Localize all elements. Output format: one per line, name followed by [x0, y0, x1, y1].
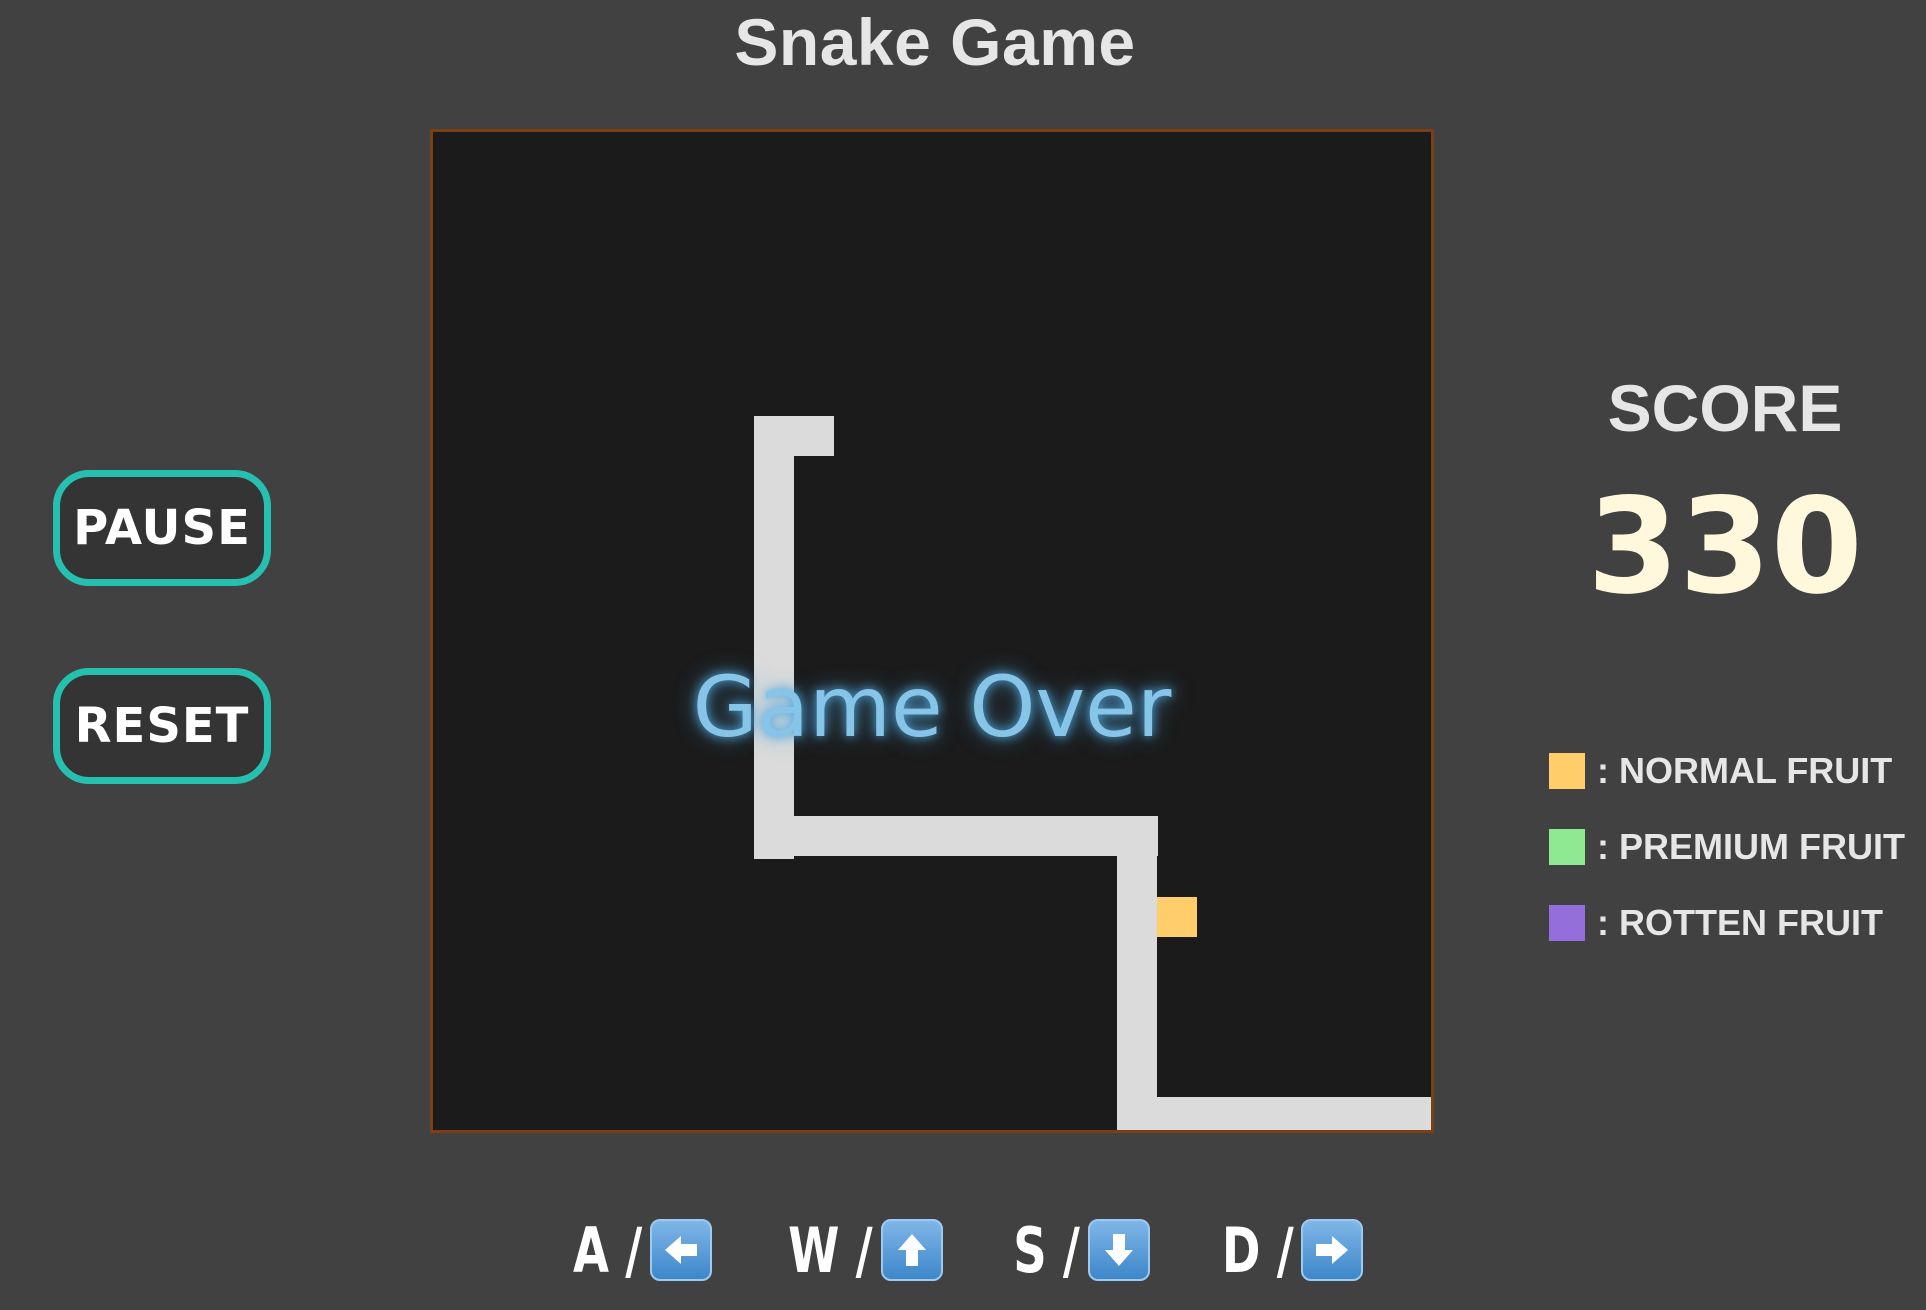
rotten-fruit-swatch — [1549, 905, 1585, 941]
key-hints: A / W / S / D / — [550, 1210, 1411, 1290]
game-board: Game Over — [430, 129, 1434, 1133]
legend-item-rotten: : ROTTEN FRUIT — [1549, 902, 1905, 943]
key-letter: W / — [788, 1213, 873, 1287]
snake-segment — [1117, 816, 1157, 1130]
normal-fruit — [1157, 897, 1197, 937]
premium-fruit-swatch — [1549, 829, 1585, 865]
key-hint-right: D / — [1198, 1214, 1364, 1287]
pause-button[interactable]: PAUSE — [53, 470, 271, 586]
game-over-text: Game Over — [692, 658, 1172, 756]
key-hint-up: W / — [760, 1214, 943, 1287]
legend-item-normal: : NORMAL FRUIT — [1549, 750, 1905, 791]
legend-label: : NORMAL FRUIT — [1597, 750, 1893, 791]
up-arrow-icon — [880, 1219, 943, 1281]
score-value: 330 — [1587, 470, 1863, 624]
legend-label: : ROTTEN FRUIT — [1597, 902, 1883, 943]
snake-segment — [754, 816, 1158, 856]
left-arrow-icon — [650, 1219, 713, 1281]
key-letter: A / — [573, 1213, 643, 1287]
key-hint-left: A / — [550, 1213, 713, 1287]
page-title: Snake Game — [734, 5, 1136, 79]
normal-fruit-swatch — [1549, 753, 1585, 789]
right-arrow-icon — [1301, 1219, 1364, 1281]
key-hint-down: S / — [991, 1214, 1150, 1287]
key-letter: S / — [1013, 1213, 1080, 1287]
key-letter: D / — [1221, 1213, 1294, 1287]
score-label: SCORE — [1607, 371, 1843, 445]
fruit-legend: : NORMAL FRUIT : PREMIUM FRUIT : ROTTEN … — [1549, 750, 1905, 980]
legend-item-premium: : PREMIUM FRUIT — [1549, 826, 1905, 867]
snake-segment — [1117, 1097, 1431, 1130]
legend-label: : PREMIUM FRUIT — [1597, 826, 1905, 867]
reset-button[interactable]: RESET — [53, 668, 271, 784]
down-arrow-icon — [1087, 1219, 1150, 1281]
